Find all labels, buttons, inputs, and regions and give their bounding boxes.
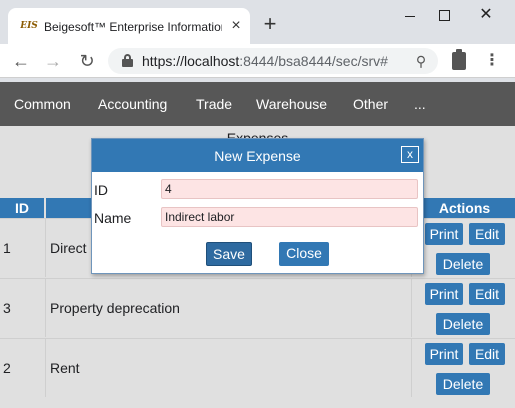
app-nav-bar: Common Accounting Trade Warehouse Other … [0, 82, 515, 126]
edit-button[interactable]: Edit [469, 283, 505, 305]
browser-toolbar: ← → ↻ https://localhost:8444/bsa8444/sec… [0, 44, 515, 78]
save-button[interactable]: Save [206, 242, 252, 266]
new-expense-dialog: New Expense x ID Name Save Close [91, 138, 424, 274]
table-row: 2 Rent Print Edit Delete [0, 338, 515, 397]
print-button[interactable]: Print [425, 223, 463, 245]
delete-button[interactable]: Delete [436, 253, 490, 275]
edit-button[interactable]: Edit [469, 223, 505, 245]
name-label: Name [94, 210, 132, 226]
dialog-header: New Expense x [92, 139, 423, 172]
new-tab-icon[interactable]: + [260, 13, 280, 35]
back-arrow-icon[interactable]: ← [10, 50, 32, 72]
nav-item-more[interactable]: ... [414, 96, 426, 112]
lock-icon [122, 54, 133, 67]
column-header-id: ID [0, 198, 46, 218]
row-id: 3 [0, 279, 46, 337]
delete-button[interactable]: Delete [436, 373, 490, 395]
column-header-actions: Actions [412, 198, 515, 218]
row-actions: Print Edit Delete [411, 339, 515, 397]
dialog-close-icon[interactable]: x [401, 146, 419, 163]
row-id: 1 [0, 219, 46, 277]
nav-item-common[interactable]: Common [14, 96, 71, 112]
table-row: 3 Property deprecation Print Edit Delete [0, 278, 515, 337]
row-name: Property deprecation [50, 300, 180, 316]
tab-close-icon[interactable]: × [228, 18, 244, 34]
url-text[interactable]: https://localhost:8444/bsa8444/sec/srv# [142, 52, 388, 70]
reload-icon[interactable]: ↻ [76, 50, 98, 72]
print-button[interactable]: Print [425, 343, 463, 365]
zoom-icon[interactable]: ⚲ [412, 52, 430, 70]
maximize-icon[interactable] [432, 6, 456, 26]
nav-item-accounting[interactable]: Accounting [98, 96, 167, 112]
id-field[interactable] [161, 179, 418, 199]
address-bar[interactable]: https://localhost:8444/bsa8444/sec/srv# … [108, 48, 438, 74]
favicon-icon: EIS [20, 21, 38, 31]
row-actions: Print Edit Delete [411, 279, 515, 337]
nav-item-warehouse[interactable]: Warehouse [256, 96, 327, 112]
row-id: 2 [0, 339, 46, 397]
browser-tab[interactable]: EIS Beigesoft™ Enterprise Information × [8, 8, 250, 44]
close-button[interactable]: Close [279, 242, 329, 266]
browser-tab-strip: EIS Beigesoft™ Enterprise Information × … [0, 0, 515, 44]
tab-title: Beigesoft™ Enterprise Information [44, 20, 222, 34]
window-close-icon[interactable]: ✕ [474, 6, 498, 26]
edit-button[interactable]: Edit [469, 343, 505, 365]
name-field[interactable] [161, 207, 418, 227]
dialog-title: New Expense [214, 148, 301, 164]
forward-arrow-icon[interactable]: → [42, 50, 64, 72]
print-button[interactable]: Print [425, 283, 463, 305]
clipboard-extension-icon[interactable] [452, 49, 466, 70]
row-name: Rent [50, 360, 80, 376]
id-label: ID [94, 182, 108, 198]
browser-menu-icon[interactable]: ⋮ [484, 50, 500, 72]
minimize-icon[interactable] [398, 6, 422, 26]
nav-item-other[interactable]: Other [353, 96, 388, 112]
nav-item-trade[interactable]: Trade [196, 96, 232, 112]
row-actions: Print Edit Delete [411, 219, 515, 277]
delete-button[interactable]: Delete [436, 313, 490, 335]
